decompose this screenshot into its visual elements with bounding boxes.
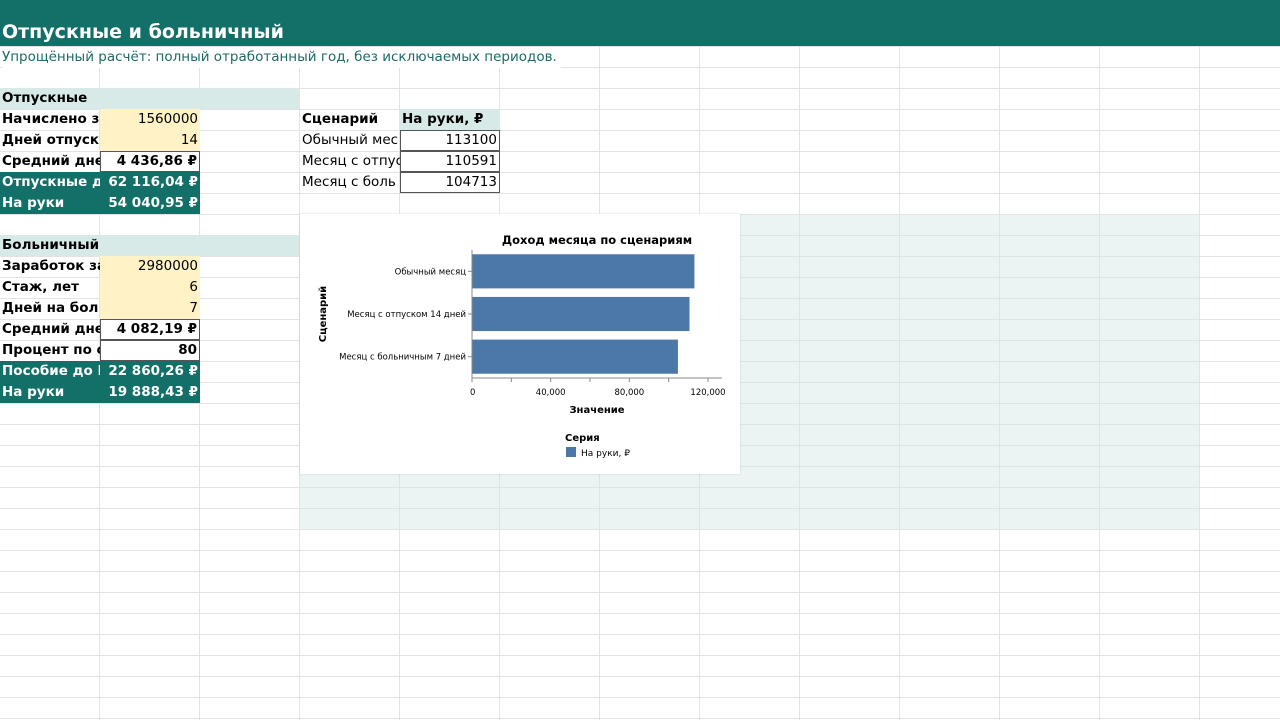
title-banner: Отпускные и больничный xyxy=(0,0,1280,46)
income-chart[interactable]: Доход месяца по сценариям Сценарий Значе… xyxy=(300,214,740,474)
chart-bar[interactable] xyxy=(472,339,678,374)
legend-series-label: На руки, ₽ xyxy=(581,449,630,459)
legend-swatch xyxy=(566,447,576,457)
scenario-name-regular[interactable]: Обычный мес xyxy=(300,130,400,151)
scenario-name-vacation[interactable]: Месяц с отпус xyxy=(300,151,400,172)
chart-title: Доход месяца по сценариям xyxy=(502,233,692,247)
scenario-header-name[interactable]: Сценарий xyxy=(300,109,400,130)
sick-label-net[interactable]: На руки xyxy=(0,382,100,403)
y-tick-label: Месяц с отпуском 14 дней xyxy=(347,310,466,320)
chart-bar[interactable] xyxy=(472,254,695,289)
sick-value-percent[interactable]: 80 xyxy=(100,340,200,361)
scenario-value-vacation[interactable]: 110591 xyxy=(400,151,500,172)
chart-bars xyxy=(472,254,695,374)
sick-input-earnings[interactable]: 2980000 xyxy=(100,256,200,277)
vacation-value-avg-daily[interactable]: 4 436,86 ₽ xyxy=(100,151,200,172)
page-title: Отпускные и больничный xyxy=(2,21,284,43)
x-tick-label: 120,000 xyxy=(690,388,725,398)
vacation-value-pay[interactable]: 62 116,04 ₽ xyxy=(100,172,200,193)
vacation-label-avg-daily[interactable]: Средний дне xyxy=(0,151,100,172)
y-tick-label: Обычный месяц xyxy=(395,267,467,277)
vacation-label-net[interactable]: На руки xyxy=(0,193,100,214)
sick-section-title[interactable]: Больничный xyxy=(0,235,100,256)
sick-band-cell[interactable] xyxy=(200,235,300,256)
chart-bar[interactable] xyxy=(472,296,690,332)
chart-x-axis: 0 40,000 80,000 120,000 xyxy=(470,377,726,398)
sick-label-tenure[interactable]: Стаж, лет xyxy=(0,277,100,298)
sick-value-net[interactable]: 19 888,43 ₽ xyxy=(100,382,200,403)
sick-label-earnings[interactable]: Заработок за xyxy=(0,256,100,277)
sick-input-tenure[interactable]: 6 xyxy=(100,277,200,298)
vacation-band-cell[interactable] xyxy=(100,88,200,109)
chart-canvas: Доход месяца по сценариям Сценарий Значе… xyxy=(318,233,726,459)
sick-value-avg-daily[interactable]: 4 082,19 ₽ xyxy=(100,319,200,340)
scenario-name-sick[interactable]: Месяц с боль xyxy=(300,172,400,193)
sick-input-days[interactable]: 7 xyxy=(100,298,200,319)
sick-band-cell[interactable] xyxy=(100,235,200,256)
chart-ylabel: Сценарий xyxy=(318,286,329,342)
legend-title: Серия xyxy=(565,433,600,444)
y-tick-label: Месяц с больничным 7 дней xyxy=(339,353,466,363)
sick-label-benefit[interactable]: Пособие до Н xyxy=(0,361,100,382)
chart-y-axis: Обычный месяц Месяц с отпуском 14 дней Мес… xyxy=(339,250,473,378)
vacation-value-net[interactable]: 54 040,95 ₽ xyxy=(100,193,200,214)
vacation-section-title[interactable]: Отпускные xyxy=(0,88,100,109)
x-tick-label: 80,000 xyxy=(614,388,644,398)
vacation-label-days[interactable]: Дней отпуск xyxy=(0,130,100,151)
sick-label-percent[interactable]: Процент по с xyxy=(0,340,100,361)
sick-value-benefit[interactable]: 22 860,26 ₽ xyxy=(100,361,200,382)
x-tick-label: 0 xyxy=(470,388,475,398)
vacation-label-accrued[interactable]: Начислено з xyxy=(0,109,100,130)
x-tick-label: 40,000 xyxy=(536,388,566,398)
vacation-band-cell[interactable] xyxy=(200,88,300,109)
vacation-input-days[interactable]: 14 xyxy=(100,130,200,151)
page-subtitle: Упрощённый расчёт: полный отработанный г… xyxy=(2,47,561,68)
scenario-header-value[interactable]: На руки, ₽ xyxy=(400,109,500,130)
chart-xlabel: Значение xyxy=(569,405,624,416)
sick-label-avg-daily[interactable]: Средний дне xyxy=(0,319,100,340)
scenario-value-regular[interactable]: 113100 xyxy=(400,130,500,151)
scenario-value-sick[interactable]: 104713 xyxy=(400,172,500,193)
vacation-input-accrued[interactable]: 1560000 xyxy=(100,109,200,130)
sick-label-days[interactable]: Дней на бол xyxy=(0,298,100,319)
vacation-label-pay[interactable]: Отпускные д xyxy=(0,172,100,193)
